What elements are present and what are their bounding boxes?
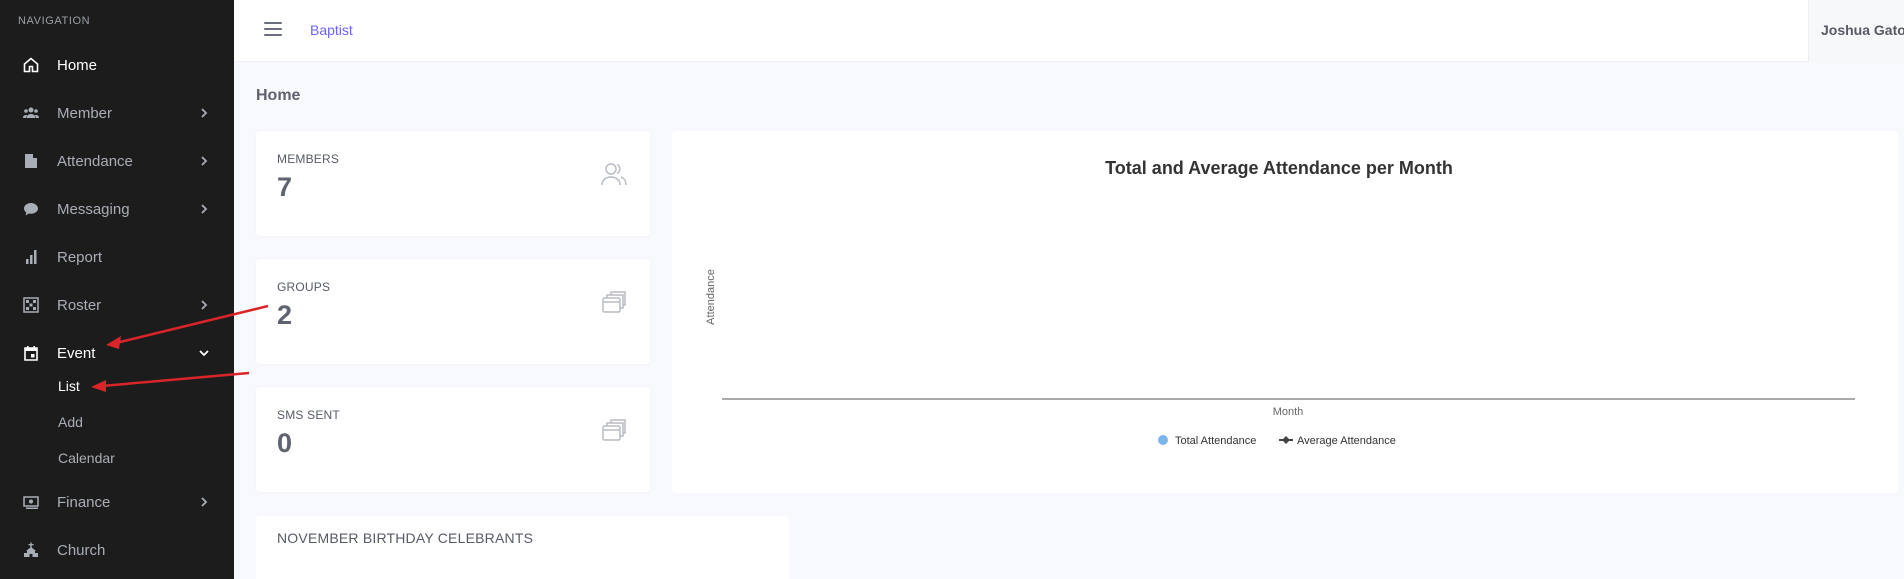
members-stat-card: MEMBERS 7: [256, 131, 650, 236]
legend-label-average: Average Attendance: [1297, 435, 1396, 447]
sidebar-item-church[interactable]: Church: [0, 530, 234, 570]
birthday-celebrants-card: NOVEMBER BIRTHDAY CELEBRANTS: [256, 516, 789, 579]
stat-value: 2: [277, 300, 293, 330]
sidebar-item-member[interactable]: Member: [0, 93, 234, 133]
sidebar-item-label: Member: [57, 104, 113, 122]
nav-header: NAVIGATION: [18, 15, 91, 27]
sidebar-item-label: Finance: [57, 493, 111, 511]
stat-title: MEMBERS: [277, 152, 340, 166]
users-outline-icon: [600, 161, 628, 187]
chart-legend: Total Attendance Average Attendance: [1158, 435, 1396, 447]
users-icon: [22, 104, 40, 122]
menu-toggle-icon[interactable]: [264, 22, 282, 38]
legend-label-total: Total Attendance: [1175, 435, 1256, 447]
bar-chart-icon: [22, 248, 40, 266]
sidebar-subitem-event-calendar[interactable]: Calendar: [58, 450, 115, 466]
legend-marker-total: [1158, 435, 1168, 445]
chart-title: Total and Average Attendance per Month: [1105, 158, 1453, 178]
legend-item-total-attendance[interactable]: Total Attendance: [1158, 435, 1256, 447]
stack-icon: [600, 417, 628, 443]
sidebar-item-label: Event: [57, 344, 96, 362]
stat-value: 7: [277, 172, 293, 202]
legend-item-average-attendance[interactable]: Average Attendance: [1279, 435, 1396, 447]
stat-value: 0: [277, 428, 293, 458]
sidebar-item-messaging[interactable]: Messaging: [0, 189, 234, 229]
page-title: Home: [256, 87, 301, 104]
sidebar-subitem-event-add[interactable]: Add: [58, 414, 83, 430]
sidebar-item-home[interactable]: Home: [0, 45, 234, 85]
chevron-right-icon: [198, 107, 210, 119]
money-icon: [22, 493, 40, 511]
sidebar-item-label: Messaging: [57, 200, 130, 218]
chevron-right-icon: [198, 299, 210, 311]
sidebar-item-finance[interactable]: Finance: [0, 482, 234, 522]
chevron-down-icon: [198, 347, 210, 359]
chat-icon: [22, 200, 40, 218]
stack-icon: [600, 289, 628, 315]
home-icon: [22, 56, 40, 74]
attendance-chart-card: Total and Average Attendance per Month A…: [672, 131, 1898, 493]
chevron-right-icon: [198, 155, 210, 167]
attendance-icon: [22, 152, 40, 170]
user-name[interactable]: Joshua Gato: [1821, 22, 1904, 38]
sidebar: NAVIGATION Home Member Attendance Messag…: [0, 0, 234, 579]
church-icon: [22, 541, 40, 559]
chart-y-axis-label: Attendance: [705, 269, 717, 325]
grid-icon: [22, 296, 40, 314]
sidebar-item-label: Home: [57, 56, 98, 74]
sidebar-item-attendance[interactable]: Attendance: [0, 141, 234, 181]
chevron-right-icon: [198, 496, 210, 508]
legend-marker-average: [1282, 436, 1290, 444]
sidebar-item-event[interactable]: Event: [0, 333, 234, 373]
stat-title: SMS SENT: [277, 408, 340, 422]
sidebar-item-label: Report: [57, 248, 103, 266]
top-bar: Baptist Joshua Gato: [234, 0, 1904, 62]
chart-x-axis-label: Month: [1273, 406, 1304, 418]
sidebar-subitem-event-list[interactable]: List: [58, 378, 80, 394]
brand-link[interactable]: Baptist: [310, 22, 353, 38]
sidebar-item-report[interactable]: Report: [0, 237, 234, 277]
attendance-chart: Total and Average Attendance per Month A…: [705, 158, 1855, 447]
groups-stat-card: GROUPS 2: [256, 259, 650, 364]
calendar-icon: [22, 344, 40, 362]
sidebar-item-roster[interactable]: Roster: [0, 285, 234, 325]
user-menu[interactable]: Joshua Gato: [1808, 0, 1904, 62]
stat-title: GROUPS: [277, 280, 331, 294]
sidebar-item-label: Church: [57, 541, 106, 559]
chevron-right-icon: [198, 203, 210, 215]
sidebar-item-label: Roster: [57, 296, 102, 314]
birthday-card-title: NOVEMBER BIRTHDAY CELEBRANTS: [277, 530, 534, 546]
sidebar-item-label: Attendance: [57, 152, 133, 170]
sms-stat-card: SMS SENT 0: [256, 387, 650, 492]
